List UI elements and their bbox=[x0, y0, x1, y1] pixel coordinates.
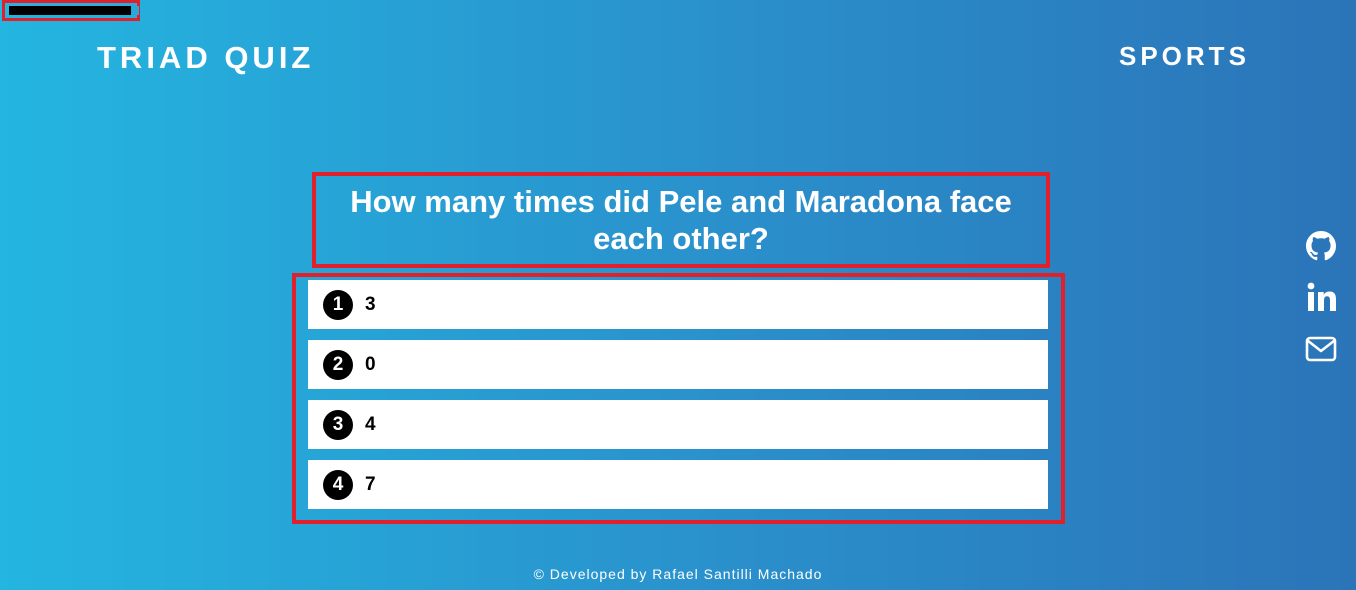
question-box: How many times did Pele and Maradona fac… bbox=[312, 172, 1050, 268]
answer-option-1[interactable]: 1 3 bbox=[308, 280, 1048, 329]
brand-title[interactable]: TRIAD QUIZ bbox=[97, 40, 314, 76]
answer-option-4[interactable]: 4 7 bbox=[308, 460, 1048, 509]
answers-list: 1 3 2 0 3 4 4 7 bbox=[292, 273, 1065, 524]
footer-credit: © Developed by Rafael Santilli Machado bbox=[533, 566, 823, 582]
category-title: SPORTS bbox=[1119, 41, 1250, 71]
timer-bar bbox=[9, 6, 131, 15]
answer-option-2[interactable]: 2 0 bbox=[308, 340, 1048, 389]
answer-number-badge: 1 bbox=[323, 289, 353, 320]
answer-number-badge: 2 bbox=[323, 349, 353, 380]
timer-box bbox=[2, 0, 140, 21]
answer-label: 3 bbox=[365, 293, 376, 315]
question-text: How many times did Pele and Maradona fac… bbox=[350, 184, 1012, 256]
answer-label: 0 bbox=[365, 353, 376, 375]
timer-bar-remaining bbox=[131, 6, 139, 15]
answer-label: 7 bbox=[365, 473, 376, 495]
answer-number-badge: 3 bbox=[323, 409, 353, 440]
github-icon[interactable] bbox=[1302, 228, 1340, 264]
answer-option-3[interactable]: 3 4 bbox=[308, 400, 1048, 449]
answer-label: 4 bbox=[365, 413, 376, 435]
linkedin-icon[interactable] bbox=[1302, 279, 1340, 315]
answer-number-badge: 4 bbox=[323, 469, 353, 500]
mail-icon[interactable] bbox=[1302, 331, 1340, 367]
